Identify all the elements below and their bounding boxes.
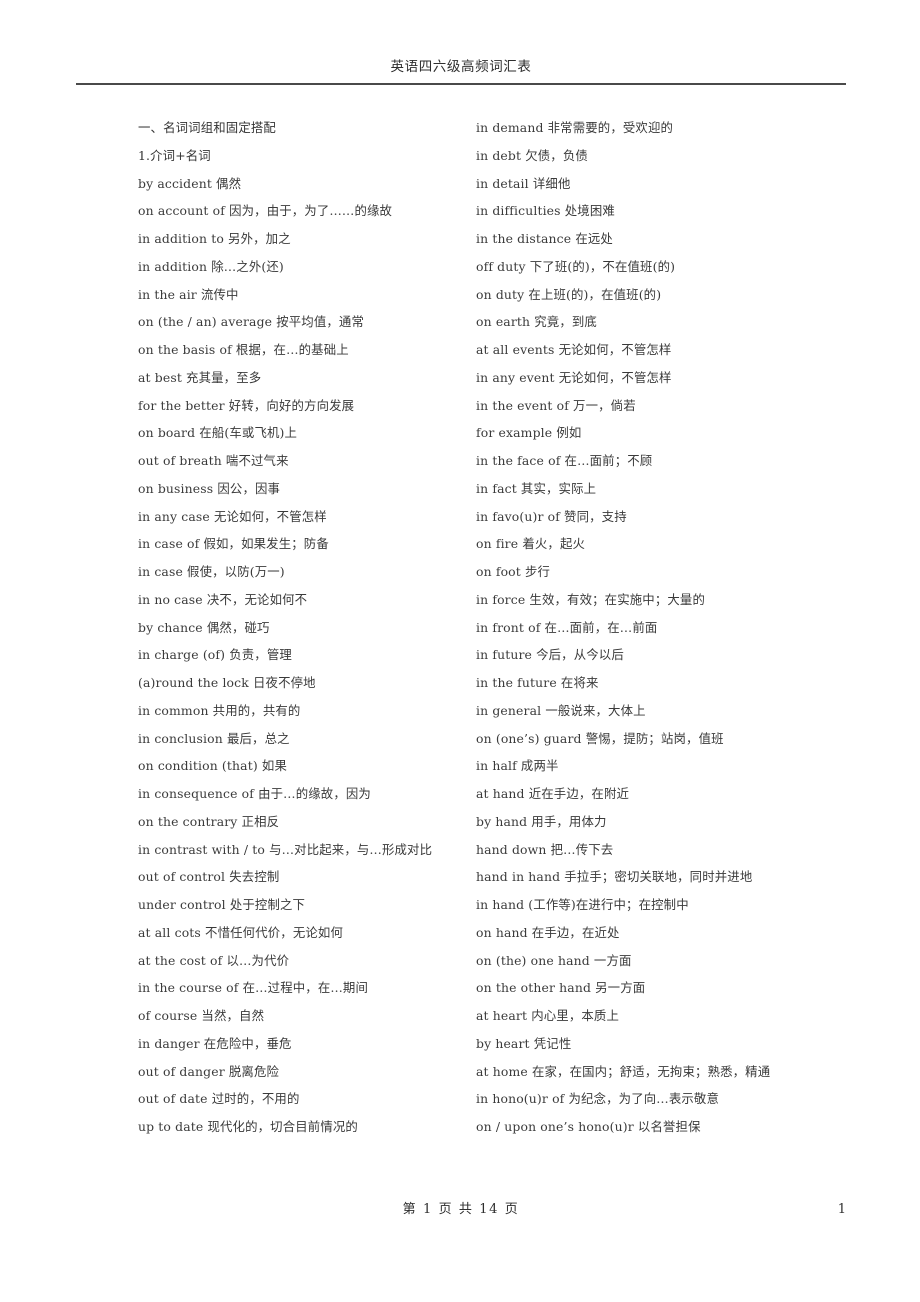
vocab-entry: on / upon one’s hono(u)r 以名誉担保 [476, 1119, 701, 1134]
vocab-entry: in demand 非常需要的，受欢迎的 [476, 120, 674, 135]
vocab-entry: in front of 在…面前，在…前面 [476, 619, 658, 635]
vocab-entry: in the face of 在…面前；不顾 [476, 453, 653, 468]
vocab-entry: on the other hand 另一方面 [476, 980, 646, 996]
vocab-entry: in any case 无论如何，不管怎样 [138, 508, 327, 524]
vocab-entry: in fact 其实，实际上 [476, 480, 597, 496]
vocab-entry: off duty 下了班(的)，不在值班(的) [476, 258, 676, 274]
vocab-entry: on hand 在手边，在近处 [476, 924, 620, 940]
vocab-entry: in addition 除…之外(还) [138, 258, 284, 274]
vocab-entry: in the air 流传中 [138, 286, 239, 302]
vocab-entry: on (the) one hand 一方面 [476, 952, 632, 968]
vocab-entry: on account of 因为，由于，为了……的缘故 [138, 203, 393, 219]
vocab-entry: on foot 步行 [476, 564, 551, 579]
vocab-entry: (a)round the lock 日夜不停地 [138, 675, 316, 690]
vocab-entry: at heart 内心里，本质上 [476, 1008, 619, 1023]
vocab-entry: in the course of 在…过程中，在…期间 [138, 980, 368, 996]
vocab-entry: 1.介词+名词 [138, 147, 211, 163]
vocab-entry: on duty 在上班(的)，在值班(的) [476, 286, 662, 302]
right-column: in demand 非常需要的，受欢迎的 in debt 欠债，负债 in deta… [476, 114, 806, 1141]
vocab-entry: hand down 把…传下去 [476, 841, 614, 857]
vocab-entry: on board 在船(车或飞机)上 [138, 425, 298, 441]
vocab-entry: in half 成两半 [476, 758, 559, 774]
vocab-entry: at all events 无论如何，不管怎样 [476, 342, 672, 357]
document-page: 英语四六级高频词汇表 一、名词词组和固定搭配 1.介词+名词 by accident… [0, 0, 920, 1302]
vocab-entry: in addition to 另外，加之 [138, 231, 291, 246]
footer-page-count: 第 1 页 共 14 页 [402, 1202, 520, 1217]
vocab-entry: out of danger 脱离危险 [138, 1063, 280, 1079]
header-divider [76, 83, 846, 85]
content-columns: 一、名词词组和固定搭配 1.介词+名词 by accident 偶然 on accou… [0, 114, 920, 1184]
vocab-entry: in case of 假如，如果发生；防备 [138, 536, 329, 552]
vocab-entry: of course 当然，自然 [138, 1008, 265, 1023]
vocab-entry: in common 共用的，共有的 [138, 702, 301, 718]
vocab-entry: in no case 决不，无论如何不 [138, 591, 308, 607]
vocab-entry: on business 因公，因事 [138, 480, 281, 496]
vocab-entry: at home 在家，在国内；舒适，无拘束；熟悉，精通 [476, 1063, 771, 1079]
vocab-entry: in favo(u)r of 赞同，支持 [476, 508, 627, 524]
vocab-entry: hand in hand 手拉手；密切关联地，同时并进地 [476, 869, 753, 885]
vocab-entry: in the event of 万一，倘若 [476, 397, 636, 413]
vocab-entry: in difficulties 处境困难 [476, 203, 615, 219]
vocab-entry: in consequence of 由于…的缘故，因为 [138, 786, 371, 801]
vocab-entry: in the future 在将来 [476, 675, 599, 690]
vocab-entry: by chance 偶然，碰巧 [138, 619, 270, 635]
vocab-entry: out of breath 喘不过气来 [138, 453, 289, 468]
vocab-entry: in hand (工作等)在进行中；在控制中 [476, 897, 689, 912]
vocab-entry: on fire 着火，起火 [476, 536, 586, 552]
vocab-entry: in hono(u)r of 为纪念，为了向…表示敬意 [476, 1091, 719, 1107]
vocab-entry: in conclusion 最后，总之 [138, 730, 290, 746]
vocab-entry: at best 充其量，至多 [138, 369, 262, 385]
page-footer: 第 1 页 共 14 页 1 [76, 1200, 846, 1224]
vocab-entry: in debt 欠债，负债 [476, 147, 588, 163]
vocab-entry: at all cots 不惜任何代价，无论如何 [138, 924, 343, 940]
vocab-entry: out of control 失去控制 [138, 869, 280, 885]
vocab-entry: under control 处于控制之下 [138, 897, 306, 912]
vocab-entry: in general 一般说来，大体上 [476, 702, 646, 718]
vocab-entry: in future 今后，从今以后 [476, 647, 624, 663]
vocab-entry: in case 假使，以防(万一) [138, 564, 285, 579]
vocab-entry: at hand 近在手边，在附近 [476, 786, 630, 801]
vocab-entry: by hand 用手，用体力 [476, 813, 607, 829]
vocab-entry: in detail 详细他 [476, 175, 571, 191]
vocab-entry: at the cost of 以…为代价 [138, 952, 290, 968]
vocab-entry: in danger 在危险中，垂危 [138, 1035, 292, 1051]
vocab-entry: in any event 无论如何，不管怎样 [476, 369, 672, 385]
vocab-entry: on (one’s) guard 警惕，提防；站岗，值班 [476, 730, 724, 746]
vocab-entry: on (the / an) average 按平均值，通常 [138, 314, 365, 330]
document-title: 英语四六级高频词汇表 [390, 59, 532, 75]
vocab-entry: for example 例如 [476, 425, 582, 441]
vocab-entry: by heart 凭记性 [476, 1035, 572, 1051]
vocab-entry: on the contrary 正相反 [138, 813, 280, 829]
vocab-entry: on condition (that) 如果 [138, 758, 287, 774]
vocab-entry: up to date 现代化的，切合目前情况的 [138, 1119, 358, 1134]
vocab-entry: by accident 偶然 [138, 175, 242, 191]
vocab-entry: 一、名词词组和固定搭配 [138, 120, 276, 135]
page-header: 英语四六级高频词汇表 [76, 58, 846, 76]
vocab-entry: out of date 过时的，不用的 [138, 1091, 300, 1107]
vocab-entry: in the distance 在远处 [476, 231, 613, 246]
vocab-entry: for the better 好转，向好的方向发展 [138, 397, 355, 413]
vocab-entry: in charge (of) 负责，管理 [138, 647, 292, 663]
vocab-entry: on earth 究竟，到底 [476, 314, 597, 330]
vocab-entry: on the basis of 根据，在…的基础上 [138, 342, 349, 357]
vocab-entry: in contrast with / to 与…对比起来，与…形成对比 [138, 841, 433, 857]
footer-page-number: 1 [837, 1202, 846, 1217]
left-column: 一、名词词组和固定搭配 1.介词+名词 by accident 偶然 on accou… [138, 114, 468, 1141]
vocab-entry: in force 生效，有效；在实施中；大量的 [476, 591, 705, 607]
